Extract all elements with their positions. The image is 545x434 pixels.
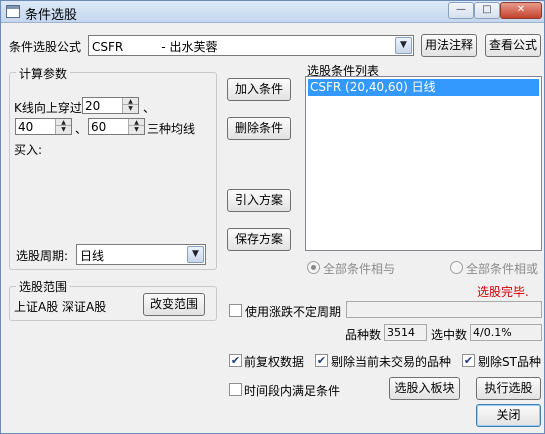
param3-spin[interactable]: 60 ▲ ▼ bbox=[88, 118, 145, 135]
formula-label: 条件选股公式 bbox=[9, 40, 82, 54]
param2-spin[interactable]: 40 ▲ ▼ bbox=[15, 118, 72, 135]
usage-notes-button[interactable]: 用法注释 bbox=[421, 34, 477, 57]
window-title: 条件选股 bbox=[25, 8, 78, 23]
scope-markets: 上证A股 深证A股 bbox=[14, 300, 107, 314]
view-formula-button[interactable]: 查看公式 bbox=[485, 34, 541, 57]
close-window-button[interactable]: ✕ bbox=[500, 2, 542, 19]
change-scope-button[interactable]: 改变范围 bbox=[143, 293, 205, 316]
comma-separator: 、 bbox=[143, 101, 156, 115]
spin-up-icon[interactable]: ▲ bbox=[128, 119, 144, 126]
exclude-untraded-checkbox[interactable]: ✔ bbox=[315, 354, 328, 367]
remove-condition-button[interactable]: 删除条件 bbox=[227, 117, 291, 140]
spin-up-icon[interactable]: ▲ bbox=[122, 98, 138, 105]
time-range-label: 时间段内满足条件 bbox=[244, 384, 341, 398]
maximize-button[interactable]: □ bbox=[474, 2, 500, 19]
window-icon bbox=[6, 5, 20, 18]
condition-stock-picker-dialog: 条件选股 — □ ✕ 条件选股公式 CSFR - 出水芙蓉 ▼ 用法注释 查看公… bbox=[0, 0, 545, 434]
status-text: 选股完毕. bbox=[477, 285, 529, 299]
spin-down-icon[interactable]: ▼ bbox=[122, 105, 138, 113]
param3-value: 60 bbox=[91, 120, 107, 134]
chevron-down-icon[interactable]: ▼ bbox=[395, 37, 412, 54]
count-value: 3514 bbox=[384, 324, 427, 341]
spin-up-icon[interactable]: ▲ bbox=[55, 119, 71, 126]
chevron-down-icon[interactable]: ▼ bbox=[187, 246, 204, 263]
exclude-untraded-label: 剔除当前未交易的品种 bbox=[331, 355, 452, 369]
add-condition-button[interactable]: 加入条件 bbox=[227, 78, 291, 101]
param2-value: 40 bbox=[18, 120, 34, 134]
comma-separator: 、 bbox=[75, 122, 88, 136]
params-line2-suffix: 三种均线 bbox=[147, 122, 196, 136]
exclude-st-checkbox[interactable]: ✔ bbox=[462, 354, 475, 367]
add-to-block-button[interactable]: 选股入板块 bbox=[389, 377, 460, 400]
list-item[interactable]: CSFR (20,40,60) 日线 bbox=[308, 79, 539, 96]
formula-select[interactable]: CSFR - 出水芙蓉 ▼ bbox=[88, 35, 414, 56]
all-and-label: 全部条件相与 bbox=[323, 262, 396, 276]
period-select[interactable]: 日线 ▼ bbox=[76, 244, 206, 265]
time-range-checkbox[interactable] bbox=[229, 383, 242, 396]
count-label: 品种数 bbox=[345, 328, 382, 342]
selected-count-value: 4/0.1% bbox=[470, 324, 542, 341]
variable-period-checkbox[interactable] bbox=[229, 304, 242, 317]
period-select-value: 日线 bbox=[80, 249, 105, 263]
spin-down-icon[interactable]: ▼ bbox=[128, 126, 144, 134]
minimize-button[interactable]: — bbox=[448, 2, 474, 19]
conditions-list[interactable]: CSFR (20,40,60) 日线 bbox=[305, 76, 542, 251]
param1-spin[interactable]: 20 ▲ ▼ bbox=[82, 97, 139, 114]
all-or-label: 全部条件相或 bbox=[466, 262, 539, 276]
params-line3: 买入: bbox=[14, 143, 43, 157]
exclude-st-label: 剔除ST品种 bbox=[478, 355, 541, 369]
forward-adjust-checkbox[interactable]: ✔ bbox=[229, 354, 242, 367]
run-selection-button[interactable]: 执行选股 bbox=[476, 377, 541, 400]
forward-adjust-label: 前复权数据 bbox=[244, 355, 305, 369]
all-or-radio[interactable] bbox=[450, 261, 463, 274]
import-scheme-button[interactable]: 引入方案 bbox=[227, 189, 291, 212]
params-group-title: 计算参数 bbox=[16, 65, 71, 82]
close-button[interactable]: 关闭 bbox=[476, 404, 541, 427]
period-label: 选股周期: bbox=[16, 249, 69, 263]
params-line1-prefix: K线向上穿过 bbox=[14, 101, 82, 115]
param1-value: 20 bbox=[85, 99, 101, 113]
title-bar[interactable]: 条件选股 — □ ✕ bbox=[1, 1, 544, 23]
variable-period-label: 使用涨跌不定周期 bbox=[245, 305, 342, 319]
all-and-radio[interactable] bbox=[307, 261, 320, 274]
variable-period-field bbox=[346, 301, 542, 318]
formula-select-value: CSFR - 出水芙蓉 bbox=[92, 40, 218, 54]
spin-down-icon[interactable]: ▼ bbox=[55, 126, 71, 134]
save-scheme-button[interactable]: 保存方案 bbox=[227, 228, 291, 251]
scope-group-title: 选股范围 bbox=[16, 278, 71, 295]
selected-count-label: 选中数 bbox=[431, 328, 468, 342]
